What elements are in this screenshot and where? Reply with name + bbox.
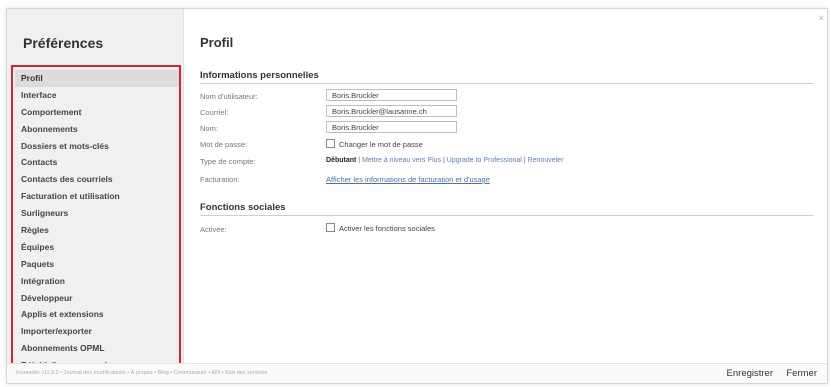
email-field[interactable] bbox=[326, 105, 457, 117]
password-label: Mot de passe: bbox=[200, 140, 248, 149]
billing-label: Facturation: bbox=[200, 175, 240, 184]
upgrade-plus-link[interactable]: Mettre à niveau vers Plus bbox=[362, 157, 441, 164]
sidebar-item-import-export[interactable]: Importer/exporter bbox=[15, 323, 179, 340]
sidebar: Préférences Profil Interface Comportemen… bbox=[7, 9, 184, 383]
sidebar-item-surligneurs[interactable]: Surligneurs bbox=[15, 205, 179, 222]
name-field[interactable] bbox=[326, 121, 457, 133]
close-button[interactable]: Fermer bbox=[782, 367, 821, 380]
email-label: Courriel: bbox=[200, 108, 229, 117]
section-divider bbox=[200, 215, 813, 216]
sidebar-title: Préférences bbox=[23, 35, 104, 51]
username-label: Nom d'utilisateur: bbox=[200, 92, 258, 101]
change-password-checkbox[interactable] bbox=[326, 139, 335, 148]
sidebar-item-dossiers[interactable]: Dossiers et mots-clés bbox=[15, 138, 179, 155]
sidebar-item-abonnements[interactable]: Abonnements bbox=[15, 121, 179, 138]
account-type-line: Débutant | Mettre à niveau vers Plus | U… bbox=[326, 157, 563, 164]
sidebar-nav-highlight: Profil Interface Comportement Abonnement… bbox=[11, 65, 181, 370]
sidebar-item-facturation[interactable]: Facturation et utilisation bbox=[15, 188, 179, 205]
account-current-plan: Débutant bbox=[326, 157, 357, 164]
dialog-footer: Inoreader v11.3.2 • Journal des modifica… bbox=[7, 363, 827, 383]
section-header-personal: Informations personnelles bbox=[200, 70, 319, 81]
renew-link[interactable]: Renouveler bbox=[528, 157, 564, 164]
billing-info-link[interactable]: Afficher les informations de facturation… bbox=[326, 175, 490, 184]
footer-links[interactable]: Inoreader v11.3.2 • Journal des modifica… bbox=[16, 370, 267, 376]
social-features-checkbox[interactable] bbox=[326, 223, 335, 232]
sidebar-item-comportement[interactable]: Comportement bbox=[15, 104, 179, 121]
sidebar-item-profil[interactable]: Profil bbox=[15, 70, 179, 87]
sidebar-item-paquets[interactable]: Paquets bbox=[15, 256, 179, 273]
sidebar-item-applis[interactable]: Applis et extensions bbox=[15, 306, 179, 323]
social-features-label[interactable]: Activer les fonctions sociales bbox=[339, 224, 435, 233]
username-field[interactable] bbox=[326, 89, 457, 101]
page-title: Profil bbox=[200, 35, 234, 50]
sidebar-nav: Profil Interface Comportement Abonnement… bbox=[15, 70, 179, 374]
sidebar-item-developpeur[interactable]: Développeur bbox=[15, 290, 179, 307]
social-enabled-label: Activée: bbox=[200, 225, 227, 234]
sidebar-item-contacts[interactable]: Contacts bbox=[15, 154, 179, 171]
sidebar-item-contacts-courriels[interactable]: Contacts des courriels bbox=[15, 171, 179, 188]
sidebar-item-opml[interactable]: Abonnements OPML bbox=[15, 340, 179, 357]
section-header-social: Fonctions sociales bbox=[200, 202, 286, 213]
main-panel: Profil Informations personnelles Nom d'u… bbox=[184, 9, 827, 364]
upgrade-professional-link[interactable]: Upgrade to Professional bbox=[447, 157, 522, 164]
change-password-label[interactable]: Changer le mot de passe bbox=[339, 140, 423, 149]
section-divider bbox=[200, 83, 813, 84]
account-type-label: Type de compte: bbox=[200, 157, 256, 166]
sidebar-item-integration[interactable]: Intégration bbox=[15, 273, 179, 290]
save-button[interactable]: Enregistrer bbox=[723, 367, 777, 380]
sidebar-item-interface[interactable]: Interface bbox=[15, 87, 179, 104]
name-label: Nom: bbox=[200, 124, 218, 133]
sidebar-item-regles[interactable]: Règles bbox=[15, 222, 179, 239]
sidebar-item-equipes[interactable]: Équipes bbox=[15, 239, 179, 256]
preferences-dialog: Préférences Profil Interface Comportemen… bbox=[6, 8, 828, 384]
